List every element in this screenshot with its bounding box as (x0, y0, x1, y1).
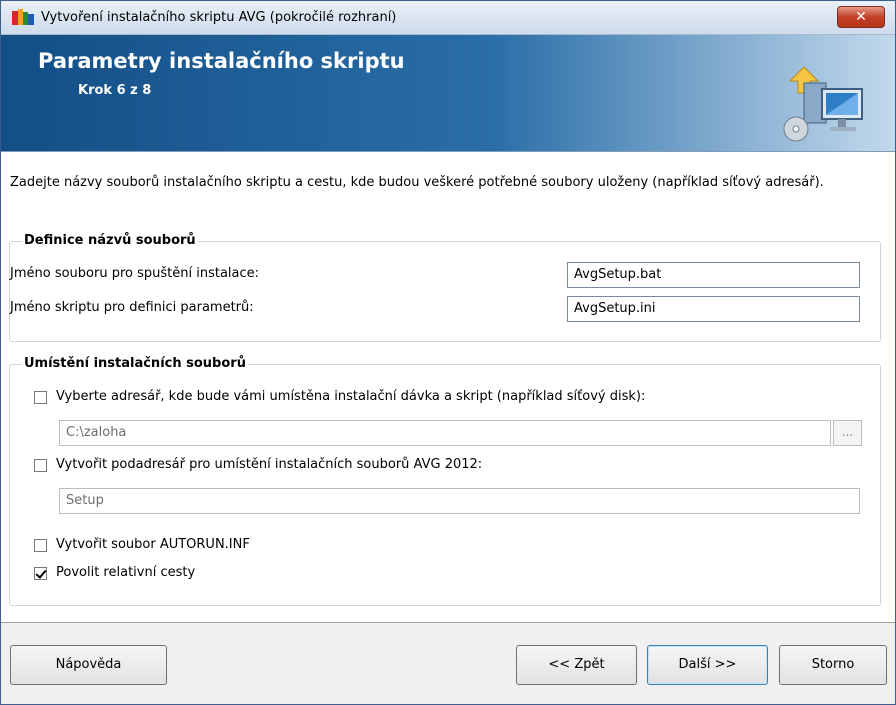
file-names-group-title: Definice názvů souborů (22, 232, 198, 250)
autorun-label: Vytvořit soubor AUTORUN.INF (56, 537, 250, 552)
close-icon: ✕ (855, 9, 867, 25)
script-file-label: Jméno skriptu pro definici parametrů: (10, 300, 254, 315)
select-directory-checkbox[interactable] (34, 391, 47, 404)
page-title: Parametry instalačního skriptu (38, 49, 405, 73)
browse-button[interactable]: ... (833, 420, 862, 446)
avg-logo-icon (12, 9, 34, 27)
back-button[interactable]: << Zpět (516, 645, 637, 685)
step-indicator: Krok 6 z 8 (78, 83, 152, 98)
setup-file-label: Jméno souboru pro spuštění instalace: (10, 266, 260, 281)
close-button[interactable]: ✕ (837, 6, 885, 28)
file-names-group: Definice názvů souborů Jméno souboru pro… (9, 232, 881, 342)
relative-paths-checkbox[interactable] (34, 567, 47, 580)
setup-computer-icon (774, 66, 864, 147)
script-file-input[interactable]: AvgSetup.ini (567, 296, 860, 322)
directory-path-input[interactable]: C:\zaloha (59, 420, 831, 446)
next-button[interactable]: Další >> (647, 645, 768, 685)
install-location-group: Umístění instalačních souborů Vyberte ad… (9, 355, 881, 606)
window-title: Vytvoření instalačního skriptu AVG (pokr… (41, 10, 397, 25)
setup-file-input[interactable]: AvgSetup.bat (567, 262, 860, 288)
subdirectory-input[interactable]: Setup (59, 488, 860, 514)
create-subdirectory-label: Vytvořit podadresář pro umístění instala… (56, 457, 483, 472)
installer-window: Vytvoření instalačního skriptu AVG (pokr… (0, 0, 896, 705)
content-panel: Zadejte názvy souborů instalačního skrip… (1, 152, 895, 623)
select-directory-label: Vyberte adresář, kde bude vámi umístěna … (56, 389, 646, 404)
button-bar: Nápověda << Zpět Další >> Storno (1, 623, 895, 704)
cancel-button[interactable]: Storno (779, 645, 887, 685)
instructions-text: Zadejte názvy souborů instalačního skrip… (10, 175, 824, 190)
help-button[interactable]: Nápověda (10, 645, 167, 685)
install-location-group-title: Umístění instalačních souborů (22, 355, 248, 373)
wizard-header: Parametry instalačního skriptu Krok 6 z … (1, 35, 895, 152)
relative-paths-label: Povolit relativní cesty (56, 565, 196, 580)
autorun-checkbox[interactable] (34, 539, 47, 552)
title-bar: Vytvoření instalačního skriptu AVG (pokr… (1, 1, 895, 35)
create-subdirectory-checkbox[interactable] (34, 459, 47, 472)
